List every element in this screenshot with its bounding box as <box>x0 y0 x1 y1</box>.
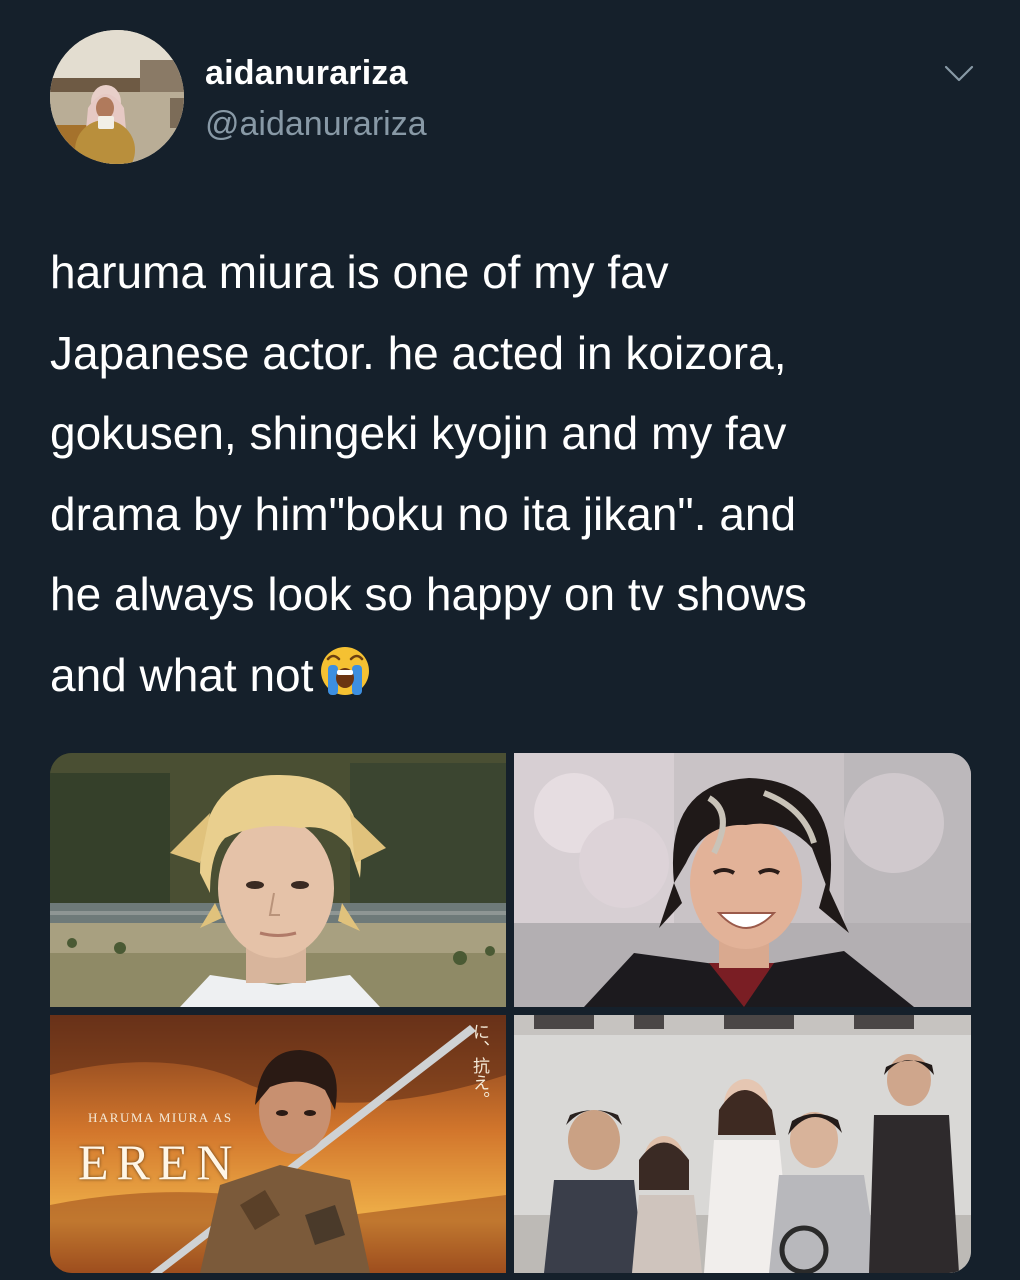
poster-title: EREN <box>78 1134 241 1190</box>
media-grid[interactable]: HARUMA MIURA AS EREN に、抗え。 <box>50 753 971 1273</box>
photo-2[interactable] <box>514 753 971 1007</box>
photo-1[interactable] <box>50 753 506 1007</box>
poster-vertical-text: に、抗え。 <box>469 1023 489 1108</box>
photo-3-poster[interactable]: HARUMA MIURA AS EREN に、抗え。 <box>50 1015 506 1273</box>
photo-4[interactable] <box>514 1015 971 1273</box>
display-name[interactable]: aidanurariza <box>205 54 408 93</box>
tweet: aidanurariza @aidanurariza haruma miura … <box>0 0 1020 1280</box>
chevron-down-icon[interactable] <box>942 60 976 86</box>
tweet-text: haruma miura is one of my fav Japanese a… <box>50 232 970 715</box>
loudly-crying-face-icon <box>321 646 370 695</box>
avatar[interactable] <box>50 30 184 164</box>
user-handle[interactable]: @aidanurariza <box>205 105 427 144</box>
poster-caption: HARUMA MIURA AS <box>88 1110 233 1125</box>
tweet-body: haruma miura is one of my fav Japanese a… <box>50 246 807 701</box>
